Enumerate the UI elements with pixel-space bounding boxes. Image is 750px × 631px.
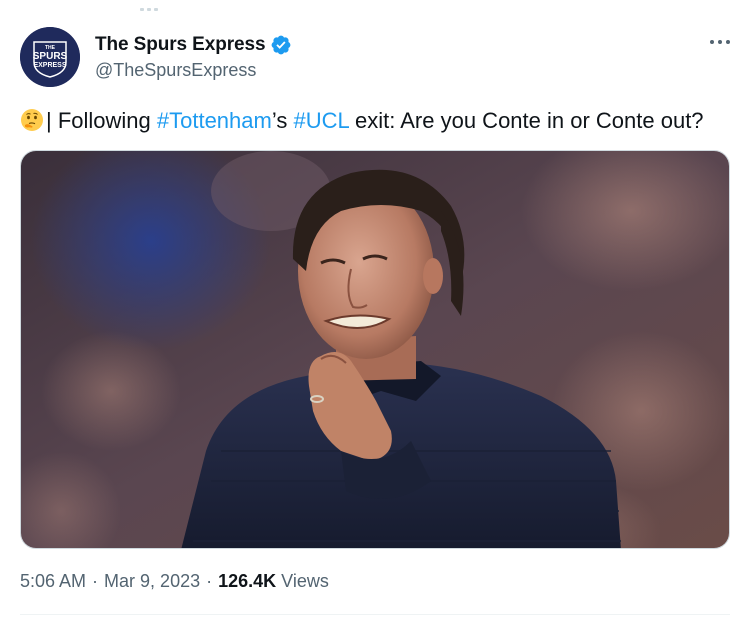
- avatar-line-3: EXPRESS: [33, 62, 66, 69]
- photo-of-man-biting-lip: [21, 151, 729, 548]
- spurs-express-logo: THE SPURS EXPRESS: [20, 27, 80, 87]
- views-label: Views: [281, 571, 329, 591]
- tweet-text: | Following #Tottenham’s #UCL exit: Are …: [20, 107, 730, 135]
- tweet-text-suffix: exit: Are you Conte in or Conte out?: [348, 108, 704, 133]
- tweet-text-between: ’s: [271, 108, 294, 133]
- hashtag-tottenham[interactable]: #Tottenham: [157, 108, 272, 133]
- more-horizontal-icon: [710, 40, 730, 44]
- tweet-meta: 5:06 AM · Mar 9, 2023 · 126.4K Views: [20, 571, 329, 592]
- author-block: The Spurs Express @TheSpursExpress: [95, 33, 292, 81]
- avatar-line-2: SPURS: [33, 51, 68, 62]
- views-count: 126.4K: [218, 571, 277, 591]
- verified-badge-icon: [270, 34, 292, 56]
- tweet-date: Mar 9, 2023: [104, 571, 201, 591]
- previous-tweet-fragment: [140, 0, 170, 11]
- avatar[interactable]: THE SPURS EXPRESS: [20, 27, 80, 87]
- handle[interactable]: @TheSpursExpress: [95, 60, 292, 81]
- meta-separator: ·: [206, 571, 213, 591]
- display-name[interactable]: The Spurs Express: [95, 34, 266, 56]
- tweet-time: 5:06 AM: [20, 571, 87, 591]
- more-options-button[interactable]: [710, 30, 730, 54]
- display-name-row: The Spurs Express: [95, 33, 292, 57]
- views-link[interactable]: 126.4K Views: [218, 571, 329, 591]
- meta-separator: ·: [92, 571, 99, 591]
- thinking-face-icon: [20, 108, 44, 132]
- hashtag-ucl[interactable]: #UCL: [293, 108, 348, 133]
- divider: [20, 614, 730, 615]
- timestamp-link[interactable]: 5:06 AM · Mar 9, 2023: [20, 571, 200, 591]
- tweet-card: THE SPURS EXPRESS The Spurs Express @The…: [0, 0, 750, 631]
- tweet-photo[interactable]: [20, 150, 730, 549]
- tweet-text-prefix: | Following: [46, 108, 157, 133]
